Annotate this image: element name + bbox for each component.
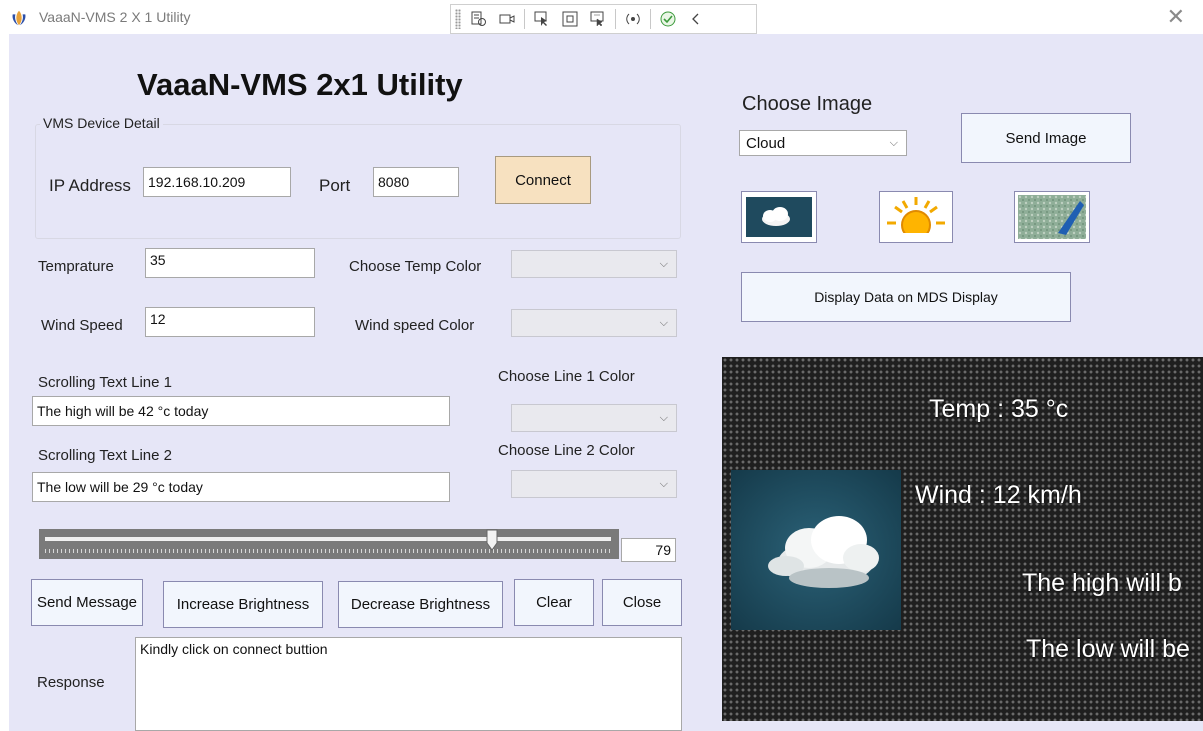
slider-rail xyxy=(45,537,611,541)
check-circle-icon[interactable] xyxy=(654,7,682,31)
send-image-button[interactable]: Send Image xyxy=(961,113,1131,163)
clear-button[interactable]: Clear xyxy=(514,579,594,626)
chevron-down-icon: ⌵ xyxy=(889,136,898,149)
window-title: VaaaN-VMS 2 X 1 Utility xyxy=(39,9,191,25)
temp-color-dropdown[interactable]: ⌵ xyxy=(511,250,677,278)
live-visual-tree-icon[interactable] xyxy=(465,7,493,31)
response-label: Response xyxy=(37,674,105,691)
debug-toolbar xyxy=(450,4,757,34)
slider-thumb[interactable] xyxy=(486,529,498,551)
send-message-button[interactable]: Send Message xyxy=(31,579,143,626)
main-window: VaaaN-VMS 2x1 Utility VMS Device Detail … xyxy=(9,34,1203,731)
brightness-slider[interactable] xyxy=(39,529,619,559)
close-button[interactable]: Close xyxy=(602,579,682,626)
rain-icon xyxy=(1018,195,1086,239)
temperature-input[interactable]: 35 xyxy=(145,248,315,278)
page-title: VaaaN-VMS 2x1 Utility xyxy=(137,67,463,102)
port-label: Port xyxy=(319,176,351,195)
toolbar-separator xyxy=(524,9,525,29)
port-input[interactable]: 8080 xyxy=(373,167,459,197)
toolbar-grip[interactable] xyxy=(455,9,461,29)
chevron-down-icon: ⌵ xyxy=(659,411,668,424)
wind-color-dropdown[interactable]: ⌵ xyxy=(511,309,677,337)
binding-failures-icon[interactable] xyxy=(619,7,647,31)
toolbar-separator xyxy=(650,9,651,29)
wind-color-label: Wind speed Color xyxy=(355,317,475,334)
led-wind-text: Wind : 12 km/h xyxy=(915,481,1082,509)
temp-color-label: Choose Temp Color xyxy=(349,258,482,275)
image-dropdown[interactable]: Cloud ⌵ xyxy=(739,130,907,156)
device-group-legend: VMS Device Detail xyxy=(40,115,163,131)
chevron-down-icon: ⌵ xyxy=(659,257,668,270)
line2-color-label: Choose Line 2 Color xyxy=(498,442,635,459)
line1-label: Scrolling Text Line 1 xyxy=(38,374,172,391)
rain-thumbnail[interactable] xyxy=(1014,191,1090,243)
camera-icon[interactable] xyxy=(493,7,521,31)
choose-image-label: Choose Image xyxy=(742,93,873,115)
title-bar: VaaaN-VMS 2 X 1 Utility ✕ xyxy=(0,0,1203,34)
temperature-label: Temprature xyxy=(38,258,114,275)
increase-brightness-button[interactable]: Increase Brightness xyxy=(163,581,323,628)
response-textbox[interactable]: Kindly click on connect buttion xyxy=(135,637,682,731)
wind-speed-input[interactable]: 12 xyxy=(145,307,315,337)
decrease-brightness-button[interactable]: Decrease Brightness xyxy=(338,581,503,628)
line1-color-label: Choose Line 1 Color xyxy=(498,368,635,385)
layout-adorners-icon[interactable] xyxy=(556,7,584,31)
select-element-icon[interactable] xyxy=(528,7,556,31)
app-logo-icon xyxy=(12,10,26,26)
led-line2-text: The low will be xyxy=(1026,635,1190,663)
close-window-icon[interactable]: ✕ xyxy=(1167,4,1185,30)
cloud-icon xyxy=(746,197,812,237)
led-line1-text: The high will b xyxy=(1022,569,1182,597)
connect-button[interactable]: Connect xyxy=(495,156,591,204)
line2-label: Scrolling Text Line 2 xyxy=(38,447,172,464)
chevron-down-icon: ⌵ xyxy=(659,316,668,329)
track-focus-icon[interactable] xyxy=(584,7,612,31)
sun-icon xyxy=(883,197,949,239)
cloud-thumbnail[interactable] xyxy=(741,191,817,243)
image-dropdown-value: Cloud xyxy=(746,134,786,152)
collapse-chevron-icon[interactable] xyxy=(682,7,710,31)
line1-color-dropdown[interactable]: ⌵ xyxy=(511,404,677,432)
chevron-down-icon: ⌵ xyxy=(659,477,668,490)
toolbar-separator xyxy=(615,9,616,29)
led-cloud-image xyxy=(731,470,901,630)
line1-input[interactable]: The high will be 42 °c today xyxy=(32,396,450,426)
wind-speed-label: Wind Speed xyxy=(41,317,123,334)
led-temp-text: Temp : 35 °c xyxy=(929,395,1069,423)
ip-address-label: IP Address xyxy=(49,176,131,195)
brightness-value-box[interactable]: 79 xyxy=(621,538,676,562)
led-display-preview: Temp : 35 °c Wind : 12 km/h The high wil… xyxy=(722,357,1203,721)
ip-address-input[interactable]: 192.168.10.209 xyxy=(143,167,291,197)
slider-ticks xyxy=(45,549,611,553)
display-on-mds-button[interactable]: Display Data on MDS Display xyxy=(741,272,1071,322)
sun-thumbnail[interactable] xyxy=(879,191,953,243)
line2-input[interactable]: The low will be 29 °c today xyxy=(32,472,450,502)
line2-color-dropdown[interactable]: ⌵ xyxy=(511,470,677,498)
